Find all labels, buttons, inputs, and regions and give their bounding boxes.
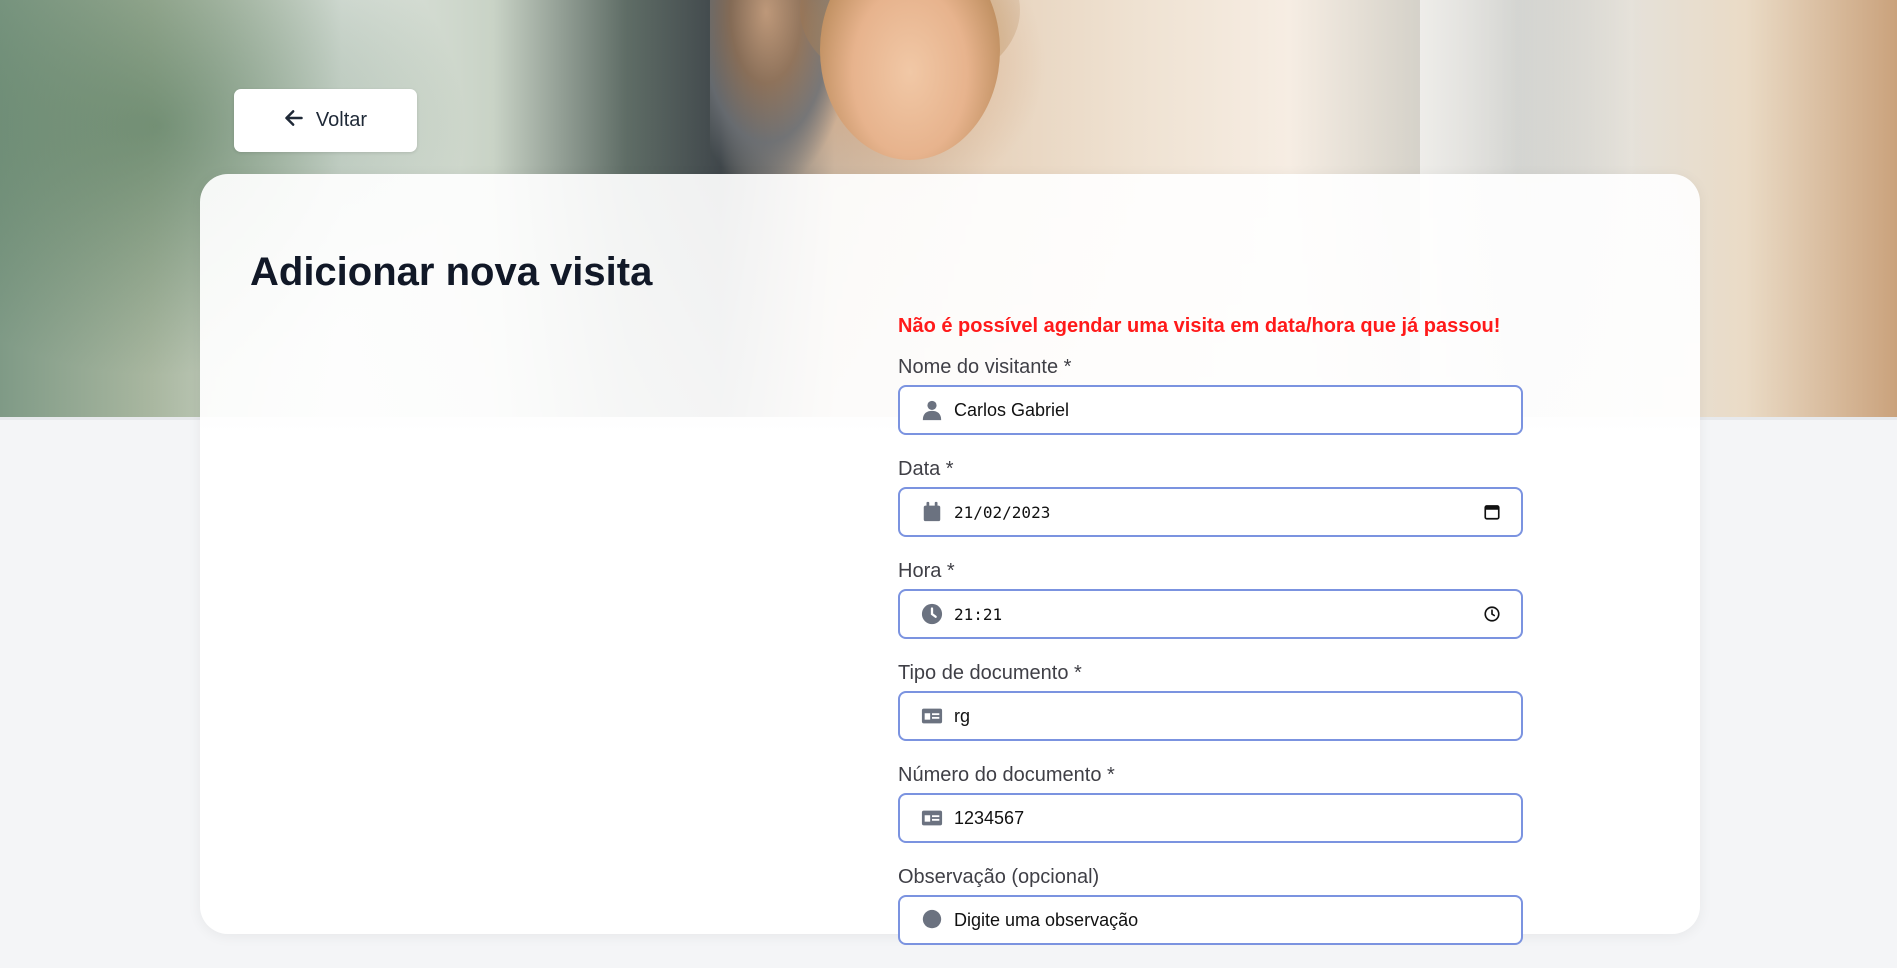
- user-icon: [920, 398, 944, 422]
- document-type-input[interactable]: rg: [898, 691, 1523, 741]
- field-document-type: Tipo de documento * rg: [898, 662, 1523, 741]
- document-number-input[interactable]: 1234567: [898, 793, 1523, 843]
- id-card-icon: [920, 704, 944, 728]
- field-observation: Observação (opcional) Digite uma observa…: [898, 866, 1523, 945]
- observation-placeholder: Digite uma observação: [954, 909, 1139, 930]
- time-input[interactable]: 21:21: [898, 589, 1523, 639]
- date-input[interactable]: 21/02/2023: [898, 487, 1523, 537]
- observation-label: Observação (opcional): [898, 866, 1100, 888]
- document-type-value: rg: [954, 705, 971, 726]
- visitor-name-input[interactable]: Carlos Gabriel: [898, 385, 1523, 435]
- date-label: Data *: [898, 458, 954, 480]
- visitor-name-value: Carlos Gabriel: [954, 399, 1070, 420]
- comment-icon: [920, 908, 944, 932]
- document-type-label: Tipo de documento *: [898, 662, 1082, 684]
- date-value: 21/02/2023: [954, 502, 1051, 522]
- time-value: 21:21: [954, 604, 1003, 624]
- clock-icon: [920, 602, 944, 626]
- visitor-name-label: Nome do visitante *: [898, 356, 1072, 378]
- time-label: Hora *: [898, 560, 955, 582]
- error-message: Não é possível agendar uma visita em dat…: [898, 315, 1501, 337]
- field-date: Data * 21/02/2023: [898, 458, 1523, 537]
- back-button-label: Voltar: [315, 109, 368, 131]
- field-document-number: Número do documento * 1234567: [898, 764, 1523, 843]
- arrow-left-icon: [284, 108, 304, 134]
- calendar-picker-icon[interactable]: [1483, 503, 1501, 521]
- calendar-icon: [920, 500, 944, 524]
- add-visit-form: Não é possível agendar uma visita em dat…: [898, 315, 1523, 968]
- page-title: Adicionar nova visita: [250, 250, 653, 294]
- back-button[interactable]: Voltar: [234, 89, 417, 152]
- id-card-icon: [920, 806, 944, 830]
- field-visitor-name: Nome do visitante * Carlos Gabriel: [898, 356, 1523, 435]
- document-number-value: 1234567: [954, 807, 1025, 828]
- time-picker-icon[interactable]: [1483, 605, 1501, 623]
- document-number-label: Número do documento *: [898, 764, 1115, 786]
- observation-input[interactable]: Digite uma observação: [898, 895, 1523, 945]
- field-time: Hora * 21:21: [898, 560, 1523, 639]
